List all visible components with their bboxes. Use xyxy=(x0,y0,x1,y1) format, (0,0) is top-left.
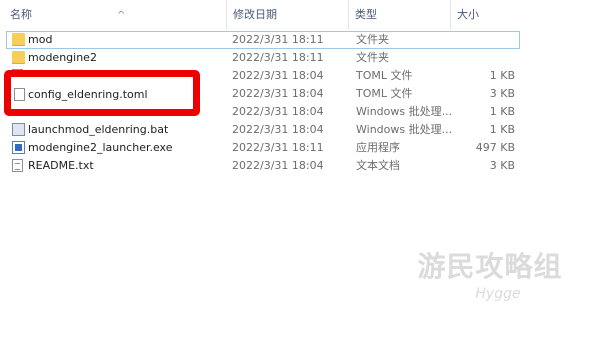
file-size: 3 KB xyxy=(489,87,515,100)
file-type: 文件夹 xyxy=(356,33,389,46)
file-size: 497 KB xyxy=(475,141,515,154)
file-date: 2022/3/31 18:04 xyxy=(232,159,324,172)
column-header-size[interactable]: 大小 xyxy=(450,0,520,30)
file-type: 应用程序 xyxy=(356,141,400,154)
file-row-launchmod-eldenring[interactable]: launchmod_eldenring.bat 2022/3/31 18:04 … xyxy=(0,121,520,139)
file-size: 1 KB xyxy=(489,69,515,82)
file-name: launchmod_eldenring.bat xyxy=(28,123,169,136)
file-date: 2022/3/31 18:04 xyxy=(232,123,324,136)
watermark-logo-text: 游民攻略组 xyxy=(417,250,563,283)
sort-ascending-icon: ^ xyxy=(117,10,126,21)
file-name: modengine2_launcher.exe xyxy=(28,141,173,154)
file-row-readme[interactable]: README.txt 2022/3/31 18:04 文本文档 3 KB xyxy=(0,157,520,175)
file-date: 2022/3/31 18:11 xyxy=(232,141,324,154)
column-header-type-label: 类型 xyxy=(355,8,377,21)
file-date: 2022/3/31 18:11 xyxy=(232,51,324,64)
column-header-date-label: 修改日期 xyxy=(233,8,277,21)
file-row-modengine2[interactable]: modengine2 2022/3/31 18:11 文件夹 xyxy=(0,49,520,67)
watermark: 游民攻略组 Hygge xyxy=(400,250,580,320)
folder-icon xyxy=(12,51,25,64)
folder-icon xyxy=(12,33,25,46)
column-header-name-label: 名称 xyxy=(10,8,32,21)
file-date: 2022/3/31 18:04 xyxy=(232,87,324,100)
file-type: 文本文档 xyxy=(356,159,400,172)
file-name: mod xyxy=(28,33,53,46)
file-type: 文件夹 xyxy=(356,51,389,64)
watermark-author: Hygge xyxy=(475,286,521,302)
file-row-mod[interactable]: mod 2022/3/31 18:11 文件夹 xyxy=(6,31,520,49)
file-name: README.txt xyxy=(28,159,94,172)
file-size: 1 KB xyxy=(489,105,515,118)
red-highlight-frame xyxy=(4,70,200,116)
file-explorer-list: 名称 ^ 修改日期 类型 大小 mod 2022/3/31 18:11 文件夹 … xyxy=(0,0,600,342)
file-type: Windows 批处理... xyxy=(356,105,453,118)
column-header-bar: 名称 ^ 修改日期 类型 大小 xyxy=(0,0,600,30)
file-type: TOML 文件 xyxy=(356,69,413,82)
column-header-size-label: 大小 xyxy=(457,8,479,21)
file-row-modengine2-launcher[interactable]: modengine2_launcher.exe 2022/3/31 18:11 … xyxy=(0,139,520,157)
file-type: Windows 批处理... xyxy=(356,123,453,136)
file-name: modengine2 xyxy=(28,51,97,64)
column-header-type[interactable]: 类型 xyxy=(348,0,450,30)
file-date: 2022/3/31 18:04 xyxy=(232,105,324,118)
column-header-name[interactable]: 名称 ^ xyxy=(4,0,226,30)
batch-file-icon xyxy=(12,123,25,136)
exe-file-icon xyxy=(12,141,25,154)
text-file-icon xyxy=(12,159,23,172)
file-size: 1 KB xyxy=(489,123,515,136)
file-size: 3 KB xyxy=(489,159,515,172)
file-type: TOML 文件 xyxy=(356,87,413,100)
column-header-date[interactable]: 修改日期 xyxy=(226,0,348,30)
file-date: 2022/3/31 18:04 xyxy=(232,69,324,82)
file-date: 2022/3/31 18:11 xyxy=(232,33,324,46)
